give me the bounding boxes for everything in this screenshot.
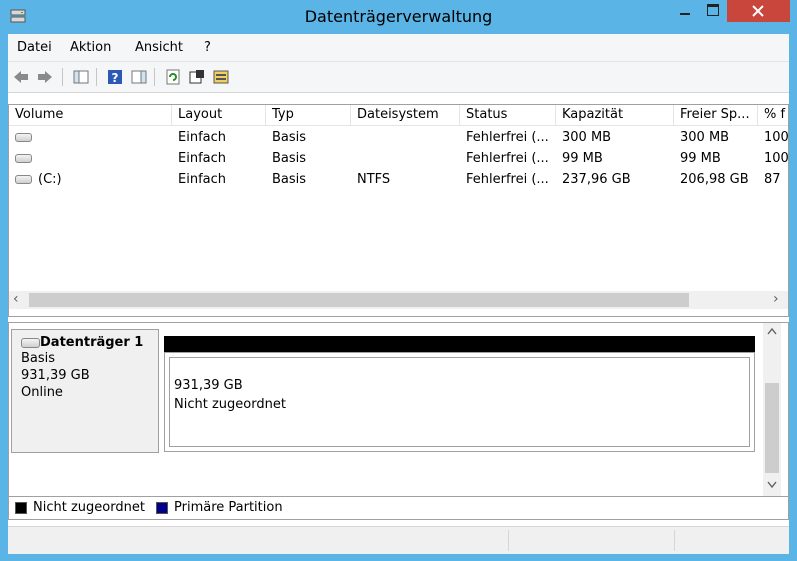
cell-kapazitaet: 99 MB bbox=[562, 151, 603, 166]
arrow-left-icon[interactable] bbox=[12, 68, 30, 86]
scroll-down-icon[interactable] bbox=[767, 481, 777, 489]
unallocated-bar[interactable] bbox=[164, 336, 755, 352]
volume-size: 931,39 GB bbox=[174, 378, 243, 393]
menu-bar: Datei Aktion Ansicht ? bbox=[8, 34, 789, 62]
drive-icon bbox=[15, 154, 32, 163]
volume-details: 931,39 GB Nicht zugeordnet bbox=[169, 357, 750, 447]
status-divider bbox=[508, 530, 509, 551]
column-typ[interactable]: Typ bbox=[266, 105, 351, 125]
column-volume[interactable]: Volume bbox=[9, 105, 172, 125]
scroll-right-icon[interactable]: › bbox=[773, 291, 779, 307]
drive-icon bbox=[21, 337, 40, 348]
column-status[interactable]: Status bbox=[460, 105, 556, 125]
cell-dateisystem bbox=[351, 148, 460, 169]
volume-list-header: Volume Layout Typ Dateisystem Status Kap… bbox=[9, 105, 788, 126]
vertical-scrollbar[interactable] bbox=[763, 323, 781, 501]
cell-status: Fehlerfrei (... bbox=[466, 130, 549, 145]
drive-icon bbox=[15, 175, 32, 184]
cell-freier-speicher: 99 MB bbox=[680, 151, 721, 166]
cell-freier-speicher: 206,98 GB bbox=[680, 172, 749, 187]
disk-type: Basis bbox=[21, 351, 56, 366]
volume-status: Nicht zugeordnet bbox=[174, 397, 286, 412]
client-area: Datei Aktion Ansicht ? ? Volume Layout T… bbox=[8, 34, 789, 554]
action-pane-icon[interactable] bbox=[130, 68, 148, 86]
minimize-button[interactable] bbox=[671, 0, 699, 22]
legend-swatch-unallocated bbox=[15, 502, 27, 514]
disk-name: Datenträger 1 bbox=[21, 335, 149, 350]
cell-status: Fehlerfrei (... bbox=[466, 151, 549, 166]
cell-layout: Einfach bbox=[178, 172, 226, 187]
arrow-right-icon[interactable] bbox=[36, 68, 54, 86]
disk-state: Online bbox=[21, 385, 63, 400]
close-button[interactable] bbox=[727, 0, 790, 22]
properties-icon[interactable] bbox=[188, 68, 206, 86]
column-layout[interactable]: Layout bbox=[172, 105, 266, 125]
status-bar bbox=[8, 526, 789, 554]
column-kapazitaet[interactable]: Kapazität bbox=[556, 105, 674, 125]
cell-layout: Einfach bbox=[178, 151, 226, 166]
menu-ansicht[interactable]: Ansicht bbox=[135, 40, 183, 55]
table-row[interactable]: Einfach Basis Fehlerfrei (... 99 MB 99 M… bbox=[9, 148, 789, 169]
menu-datei[interactable]: Datei bbox=[17, 40, 52, 55]
legend-swatch-primary bbox=[156, 502, 168, 514]
toolbar-separator bbox=[96, 68, 97, 86]
column-dateisystem[interactable]: Dateisystem bbox=[351, 105, 460, 125]
cell-status: Fehlerfrei (... bbox=[466, 172, 549, 187]
refresh-icon[interactable] bbox=[164, 68, 182, 86]
scroll-left-icon[interactable]: ‹ bbox=[13, 291, 19, 307]
horizontal-scrollbar[interactable]: ‹ › bbox=[9, 291, 788, 309]
volume-list: Volume Layout Typ Dateisystem Status Kap… bbox=[8, 104, 789, 317]
status-divider bbox=[674, 530, 675, 551]
cell-percent-free: 87 bbox=[764, 172, 781, 187]
disk-size: 931,39 GB bbox=[21, 368, 90, 383]
cell-volume-text: (C:) bbox=[38, 172, 62, 187]
toolbar-separator bbox=[62, 68, 63, 86]
legend-label-unallocated: Nicht zugeordnet bbox=[33, 500, 145, 515]
column-freier-speicher[interactable]: Freier Sp... bbox=[674, 105, 758, 125]
svg-text:?: ? bbox=[112, 71, 119, 85]
cell-layout: Einfach bbox=[178, 130, 226, 145]
cell-dateisystem bbox=[351, 127, 460, 148]
legend-bar: Nicht zugeordnet Primäre Partition bbox=[8, 496, 789, 520]
cell-percent-free: 100 bbox=[764, 151, 789, 166]
legend-label-primary: Primäre Partition bbox=[174, 500, 283, 515]
console-tree-icon[interactable] bbox=[72, 68, 90, 86]
menu-aktion[interactable]: Aktion bbox=[70, 40, 111, 55]
toolbar: ? bbox=[8, 62, 789, 93]
drive-icon bbox=[15, 133, 32, 142]
cell-freier-speicher: 300 MB bbox=[680, 130, 730, 145]
toolbar-separator bbox=[154, 68, 155, 86]
app-window: Datenträgerverwaltung Datei Aktion Ansic… bbox=[0, 0, 797, 561]
menu-help[interactable]: ? bbox=[204, 40, 211, 55]
cell-typ: Basis bbox=[272, 172, 307, 187]
disk-pane: Datenträger 1 Basis 931,39 GB Online 931… bbox=[8, 322, 789, 502]
table-row[interactable]: (C:) Einfach Basis NTFS Fehlerfrei (... … bbox=[9, 169, 788, 190]
disk-name-text: Datenträger 1 bbox=[40, 335, 144, 350]
unallocated-region[interactable]: 931,39 GB Nicht zugeordnet bbox=[164, 352, 755, 452]
rescan-disks-icon[interactable] bbox=[212, 68, 230, 86]
scroll-up-icon[interactable] bbox=[767, 327, 777, 335]
maximize-button[interactable] bbox=[699, 0, 727, 22]
close-icon bbox=[752, 5, 764, 17]
cell-typ: Basis bbox=[272, 151, 307, 166]
cell-percent-free: 100 bbox=[764, 130, 789, 145]
cell-typ: Basis bbox=[272, 130, 307, 145]
scrollbar-thumb[interactable] bbox=[765, 383, 779, 473]
cell-kapazitaet: 237,96 GB bbox=[562, 172, 631, 187]
scrollbar-thumb[interactable] bbox=[29, 293, 689, 307]
disk-info-box[interactable]: Datenträger 1 Basis 931,39 GB Online bbox=[11, 329, 159, 453]
help-icon[interactable]: ? bbox=[106, 68, 124, 86]
cell-kapazitaet: 300 MB bbox=[562, 130, 612, 145]
title-bar[interactable]: Datenträgerverwaltung bbox=[0, 0, 797, 34]
cell-volume bbox=[9, 148, 172, 169]
cell-dateisystem: NTFS bbox=[357, 172, 391, 187]
column-percent-free[interactable]: % f bbox=[758, 105, 788, 125]
cell-volume: (C:) bbox=[9, 169, 172, 190]
cell-volume bbox=[9, 127, 172, 148]
table-row[interactable]: Einfach Basis Fehlerfrei (... 300 MB 300… bbox=[9, 127, 789, 148]
